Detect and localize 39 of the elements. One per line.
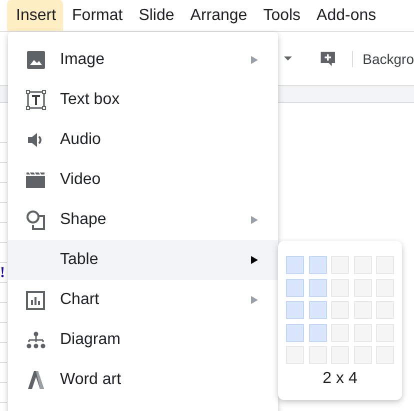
menu-bar-item[interactable]: Insert [7, 0, 64, 31]
word-art-icon [26, 371, 44, 389]
submenu-arrow-icon [251, 216, 258, 224]
menu-item[interactable]: Table [8, 240, 278, 280]
background-button[interactable]: Backgro [352, 50, 414, 66]
menu-bar-item[interactable]: Format [63, 0, 130, 31]
dropdown-caret-icon[interactable] [284, 56, 292, 61]
menu-item[interactable]: Image [8, 40, 278, 80]
grid-cell[interactable] [286, 301, 304, 319]
speaker-icon [26, 132, 44, 148]
grid-cell[interactable] [286, 278, 304, 296]
grid-cell[interactable] [308, 256, 326, 274]
grid-cell[interactable] [286, 256, 304, 274]
menu-item[interactable]: Diagram [8, 320, 278, 360]
menu-item[interactable]: Shape [8, 200, 278, 240]
text-box-icon [26, 90, 46, 110]
shape-icon [26, 210, 46, 230]
submenu-arrow-icon [251, 256, 258, 264]
submenu-arrow-icon [251, 296, 258, 304]
menu-item[interactable]: Video [8, 160, 278, 200]
grid-cell[interactable] [308, 324, 326, 342]
menu-item[interactable]: Audio [8, 120, 278, 160]
menu-item[interactable]: Text box [8, 80, 278, 120]
grid-cell[interactable] [308, 301, 326, 319]
menu-bar-item[interactable]: Slide [130, 0, 182, 31]
menu-bar-item[interactable]: Add-ons [308, 0, 384, 31]
document-text: ! [0, 265, 5, 282]
chart-icon [26, 290, 45, 310]
menu-bar-item[interactable]: Arrange [181, 0, 254, 31]
diagram-icon [26, 330, 46, 350]
image-icon [26, 51, 44, 69]
menu-item[interactable]: Word art [8, 360, 278, 400]
clapperboard-icon [26, 172, 45, 188]
table-size-label: 2 x 4 [322, 370, 358, 388]
grid-cell[interactable] [308, 278, 326, 296]
menu-item[interactable]: Chart [8, 280, 278, 320]
menu-bar-item[interactable]: Tools [254, 0, 308, 31]
grid-cell[interactable] [286, 324, 304, 342]
submenu-arrow-icon [251, 56, 258, 64]
